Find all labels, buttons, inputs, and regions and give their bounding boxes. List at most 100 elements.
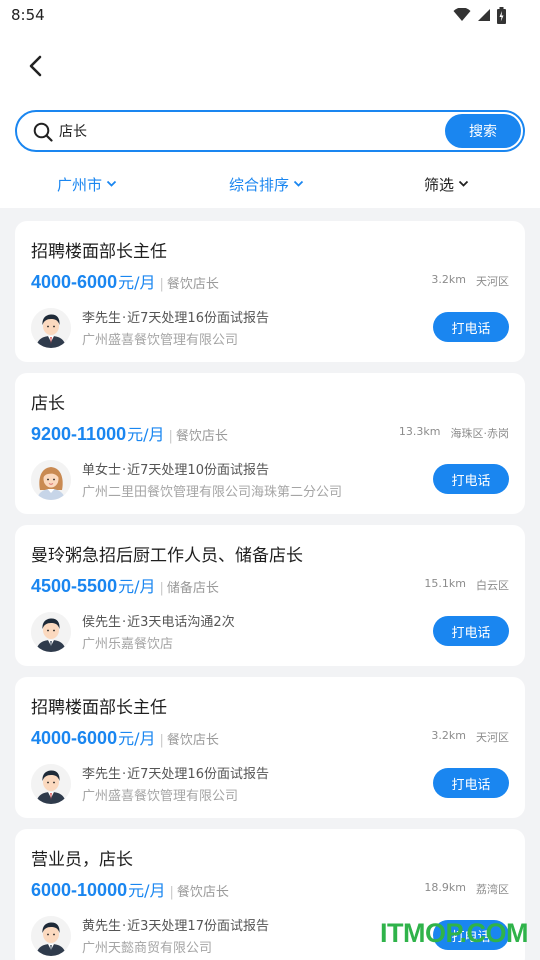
company-name: 广州二里田餐饮管理有限公司海珠第二分公司 xyxy=(82,485,343,500)
recruiter-info: 黄先生·近3天处理17份面试报告 xyxy=(82,915,269,934)
watermark: ITMOP.COM xyxy=(380,918,529,948)
recruiter-info: 侯先生·近3天电话沟通2次 xyxy=(82,611,235,630)
salary: 6000-10000 xyxy=(31,880,128,900)
recruiter-activity: 近7天处理16份面试报告 xyxy=(127,311,269,326)
company-name: 广州天懿商贸有限公司 xyxy=(82,941,213,956)
status-time: 8:54 xyxy=(11,6,45,24)
recruiter-name: 单女士 xyxy=(82,463,122,478)
salary-unit: 元/月 xyxy=(128,881,166,900)
avatar xyxy=(31,612,71,652)
location: 18.9km 荔湾区 xyxy=(424,881,509,897)
separator: | xyxy=(169,885,174,900)
recruiter-activity: 近7天处理10份面试报告 xyxy=(127,463,269,478)
recruiter-info: 单女士·近7天处理10份面试报告 xyxy=(82,459,269,478)
company-name: 广州盛喜餐饮管理有限公司 xyxy=(82,333,239,348)
dot-separator: · xyxy=(122,767,127,782)
avatar xyxy=(31,916,71,956)
company-name: 广州盛喜餐饮管理有限公司 xyxy=(82,789,239,804)
salary: 9200-11000 xyxy=(31,424,127,444)
district: 天河区 xyxy=(476,275,509,288)
location: 3.2km 天河区 xyxy=(431,273,509,289)
filter-screen[interactable]: 筛选 xyxy=(424,172,469,196)
district: 海珠区·赤岗 xyxy=(450,427,510,440)
salary-unit: 元/月 xyxy=(118,577,156,596)
dot-separator: · xyxy=(122,463,127,478)
job-category: 餐饮店长 xyxy=(166,277,219,292)
status-bar: 8:54 xyxy=(0,0,540,32)
salary-row: 6000-10000 元/月 | 餐饮店长 xyxy=(31,877,229,901)
separator: | xyxy=(159,581,164,596)
job-category: 餐饮店长 xyxy=(166,733,219,748)
avatar-male-icon xyxy=(31,764,71,804)
job-card[interactable]: 曼玲粥急招后厨工作人员、储备店长 4500-5500 元/月 | 储备店长 15… xyxy=(15,525,525,666)
call-button[interactable]: 打电话 xyxy=(433,464,509,494)
header-area: 8:54 搜索 广州市 综合排序 筛选 xyxy=(0,0,540,208)
recruiter-activity: 近3天电话沟通2次 xyxy=(127,615,235,630)
back-button[interactable] xyxy=(20,50,52,82)
recruiter-name: 黄先生 xyxy=(82,919,122,934)
location: 3.2km 天河区 xyxy=(431,729,509,745)
separator: | xyxy=(159,733,164,748)
recruiter-name: 侯先生 xyxy=(82,615,122,630)
salary-row: 9200-11000 元/月 | 餐饮店长 xyxy=(31,421,228,445)
recruiter-name: 李先生 xyxy=(82,767,122,782)
signal-icon xyxy=(478,9,490,21)
distance: 15.1km xyxy=(424,577,466,590)
salary-unit: 元/月 xyxy=(127,425,165,444)
battery-icon xyxy=(497,6,506,24)
job-category: 餐饮店长 xyxy=(176,885,229,900)
salary: 4000-6000 xyxy=(31,272,118,292)
search-icon xyxy=(33,122,53,142)
distance: 18.9km xyxy=(424,881,466,894)
chevron-left-icon xyxy=(29,55,42,77)
separator: | xyxy=(168,429,173,444)
salary-row: 4500-5500 元/月 | 储备店长 xyxy=(31,573,219,597)
distance: 13.3km xyxy=(398,425,441,438)
district: 天河区 xyxy=(476,731,509,744)
job-category: 餐饮店长 xyxy=(175,429,228,444)
call-button[interactable]: 打电话 xyxy=(433,312,509,342)
job-title: 招聘楼面部长主任 xyxy=(31,698,167,718)
call-button[interactable]: 打电话 xyxy=(433,768,509,798)
job-card[interactable]: 店长 9200-11000 元/月 | 餐饮店长 13.3km 海珠区·赤岗 单… xyxy=(15,373,525,514)
salary-unit: 元/月 xyxy=(118,273,156,292)
district: 白云区 xyxy=(476,579,509,592)
recruiter-activity: 近3天处理17份面试报告 xyxy=(127,919,269,934)
chevron-down-icon xyxy=(293,180,304,187)
avatar xyxy=(31,308,71,348)
job-title: 曼玲粥急招后厨工作人员、储备店长 xyxy=(31,546,303,566)
filter-city[interactable]: 广州市 xyxy=(57,172,117,196)
search-input[interactable] xyxy=(59,120,439,142)
recruiter-activity: 近7天处理16份面试报告 xyxy=(127,767,269,782)
status-icons xyxy=(453,6,506,24)
wifi-icon xyxy=(453,8,471,21)
salary-row: 4000-6000 元/月 | 餐饮店长 xyxy=(31,725,219,749)
avatar-male-icon xyxy=(31,612,71,652)
job-category: 储备店长 xyxy=(166,581,219,596)
filter-city-label: 广州市 xyxy=(57,175,103,194)
chevron-down-icon xyxy=(106,180,117,187)
dot-separator: · xyxy=(122,615,127,630)
search-button[interactable]: 搜索 xyxy=(445,114,521,148)
job-card[interactable]: 招聘楼面部长主任 4000-6000 元/月 | 餐饮店长 3.2km 天河区 … xyxy=(15,221,525,362)
separator: | xyxy=(159,277,164,292)
job-list: 招聘楼面部长主任 4000-6000 元/月 | 餐饮店长 3.2km 天河区 … xyxy=(15,221,525,960)
recruiter-info: 李先生·近7天处理16份面试报告 xyxy=(82,307,269,326)
filter-sort-label: 综合排序 xyxy=(229,175,290,194)
filter-sort[interactable]: 综合排序 xyxy=(229,172,304,196)
search-bar: 搜索 xyxy=(15,110,525,152)
avatar xyxy=(31,764,71,804)
job-title: 营业员，店长 xyxy=(31,850,133,870)
location: 15.1km 白云区 xyxy=(424,577,509,593)
call-button[interactable]: 打电话 xyxy=(433,616,509,646)
avatar xyxy=(31,460,71,500)
distance: 3.2km xyxy=(431,273,466,286)
job-card[interactable]: 招聘楼面部长主任 4000-6000 元/月 | 餐饮店长 3.2km 天河区 … xyxy=(15,677,525,818)
dot-separator: · xyxy=(122,919,127,934)
filter-screen-label: 筛选 xyxy=(424,175,455,194)
dot-separator: · xyxy=(122,311,127,326)
salary: 4000-6000 xyxy=(31,728,118,748)
salary-row: 4000-6000 元/月 | 餐饮店长 xyxy=(31,269,219,293)
job-title: 店长 xyxy=(31,394,65,414)
avatar-female-icon xyxy=(31,460,71,500)
